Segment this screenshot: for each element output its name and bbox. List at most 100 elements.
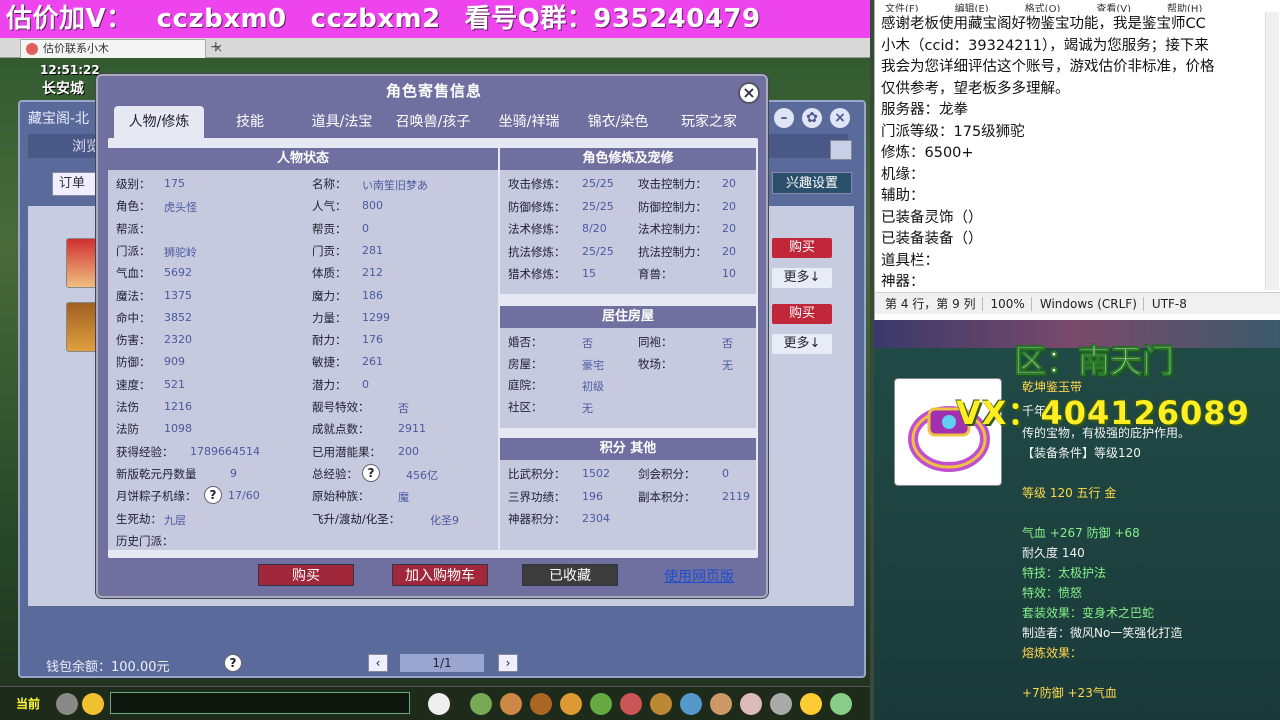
notepad-line: 已装备装备（）	[881, 231, 983, 247]
menu-view[interactable]: 查看(V)	[1096, 4, 1131, 12]
toolbar-icon[interactable]	[530, 693, 552, 715]
menu-edit[interactable]: 编辑(E)	[955, 4, 989, 12]
game-taskbar: 当前	[0, 686, 870, 720]
status-value: 456亿	[406, 468, 438, 482]
banner-text-3: cczbxm2	[310, 4, 441, 34]
status-value: 175	[164, 177, 185, 190]
toolbar-icon[interactable]	[830, 693, 852, 715]
section-head-cultivation: 角色修炼及宠修	[500, 148, 756, 170]
notepad-scrollbar[interactable]	[1265, 12, 1279, 290]
close-icon[interactable]: ×	[738, 82, 760, 104]
status-value: 9	[230, 466, 237, 480]
search-icon[interactable]	[830, 140, 852, 160]
status-value: 281	[362, 243, 383, 257]
buy-button[interactable]: 购买	[772, 238, 832, 258]
item-detail-line: 制造者：微风No一笑强化打造	[1022, 626, 1183, 640]
tab-outfits[interactable]: 锦衣/染色	[578, 108, 658, 136]
menu-format[interactable]: 格式(O)	[1025, 4, 1061, 12]
tab-items[interactable]: 道具/法宝	[298, 108, 386, 136]
toolbar-icon[interactable]	[620, 693, 642, 715]
field-label: 牧场：	[638, 356, 673, 371]
interest-settings-button[interactable]: 兴趣设置	[772, 172, 852, 194]
help-icon[interactable]: ?	[362, 463, 380, 482]
status-value: 909	[164, 355, 185, 369]
notepad-line: 道具栏：	[881, 252, 939, 269]
close-icon[interactable]: ×	[830, 108, 850, 128]
notepad-window: 文件(F) 编辑(E) 格式(O) 查看(V) 帮助(H) 感谢老板使用藏宝阁好物鉴宝功…	[874, 0, 1280, 320]
toolbar-icon[interactable]	[710, 693, 732, 715]
dialog-body: 人物状态 级别： 175 角色： 虎头怪 帮派： 门派： 狮驼岭 气血： 5692 魔法： 1375…	[108, 138, 758, 558]
toolbar-icon[interactable]	[800, 693, 822, 715]
use-web-version-link[interactable]: 使用网页版	[664, 566, 734, 586]
item-detail-line: 耐久度 140	[1022, 546, 1085, 560]
field-value: 25/25	[582, 199, 614, 213]
status-value: 虎头怪	[164, 201, 197, 215]
section-head-house: 居住房屋	[500, 306, 756, 328]
more-button[interactable]: 更多↓	[772, 268, 832, 288]
buy-button[interactable]: 购买	[772, 304, 832, 324]
toolbar-icon[interactable]	[590, 693, 612, 715]
more-button[interactable]: 更多↓	[772, 334, 832, 354]
toolbar-icon[interactable]	[470, 693, 492, 715]
browser-tab[interactable]: 估价联系小木 ×	[20, 39, 223, 58]
status-zoom: 100%	[981, 297, 1025, 311]
field-value: 25/25	[582, 244, 614, 258]
tab-mounts[interactable]: 坐骑/祥瑞	[484, 108, 574, 136]
status-position: 第 4 行，第 9 列	[885, 297, 976, 311]
emoji-icon[interactable]	[82, 693, 104, 715]
toolbar-icon[interactable]	[650, 693, 672, 715]
field-label: 庭院：	[508, 378, 543, 392]
tab-home[interactable]: 玩家之家	[664, 108, 754, 136]
toolbar-icon[interactable]	[770, 693, 792, 715]
help-icon[interactable]: ?	[204, 486, 222, 505]
toolbar-icon[interactable]	[500, 693, 522, 715]
field-label: 比武积分：	[508, 467, 566, 481]
status-encoding: UTF-8	[1142, 297, 1187, 311]
tab-character[interactable]: 人物/修炼	[114, 106, 204, 138]
status-value: 212	[362, 266, 383, 280]
field-value: 10	[722, 267, 736, 280]
current-channel-label[interactable]: 当前	[16, 695, 40, 712]
next-page-button[interactable]: ›	[498, 654, 518, 672]
banner-text-2: cczbxm0	[156, 4, 287, 34]
mic-icon[interactable]	[56, 693, 78, 715]
item-detail-line: 【装备条件】等级120	[1022, 446, 1141, 460]
help-icon[interactable]: ?	[224, 654, 242, 672]
status-label: 帮贡：	[312, 221, 347, 236]
tab-pets[interactable]: 召唤兽/孩子	[388, 108, 478, 136]
new-tab-icon[interactable]: +	[210, 39, 222, 55]
notepad-line: 辅助：	[881, 188, 925, 204]
field-value: 8/20	[582, 222, 607, 235]
item-detail-line: +7防御 +23气血	[1022, 686, 1117, 700]
status-label: 速度：	[116, 377, 151, 392]
menu-file[interactable]: 文件(F)	[885, 4, 919, 12]
settings-icon[interactable]: ✿	[802, 108, 822, 128]
add-to-cart-button[interactable]: 加入购物车	[392, 564, 488, 586]
status-value: 1789664514	[190, 444, 260, 458]
prev-page-button[interactable]: ‹	[368, 654, 388, 672]
status-value: 2320	[164, 333, 192, 347]
field-value: 2119	[722, 489, 750, 503]
item-detail-line: 等级 120 五行 金	[1022, 486, 1117, 500]
buy-button[interactable]: 购买	[258, 564, 354, 586]
chat-input[interactable]	[110, 692, 410, 714]
status-label: 飞升/渡劫/化圣：	[312, 511, 401, 526]
toolbar-icon[interactable]	[560, 693, 582, 715]
field-value: 196	[582, 489, 603, 503]
toolbar-icon[interactable]	[740, 693, 762, 715]
toolbar-icon[interactable]	[680, 693, 702, 715]
tab-skills[interactable]: 技能	[214, 108, 286, 136]
minimize-icon[interactable]: –	[774, 108, 794, 128]
status-label: 月饼粽子机缘：	[116, 489, 197, 504]
avatar[interactable]	[66, 302, 100, 352]
field-label: 房屋：	[508, 356, 543, 371]
panda-icon[interactable]	[428, 693, 450, 715]
status-label: 力量：	[312, 310, 347, 325]
avatar[interactable]	[66, 238, 100, 288]
favorited-button[interactable]: 已收藏	[522, 564, 618, 586]
notepad-text-area[interactable]: 感谢老板使用藏宝阁好物鉴宝功能，我是鉴宝师CC 小木（ccid：39324211）…	[881, 14, 1261, 290]
status-label: 历史门派：	[116, 533, 174, 548]
status-label: 敏捷：	[312, 355, 347, 370]
menu-help[interactable]: 帮助(H)	[1167, 4, 1202, 12]
area-overlay-text: 区：南天门	[1013, 342, 1175, 381]
